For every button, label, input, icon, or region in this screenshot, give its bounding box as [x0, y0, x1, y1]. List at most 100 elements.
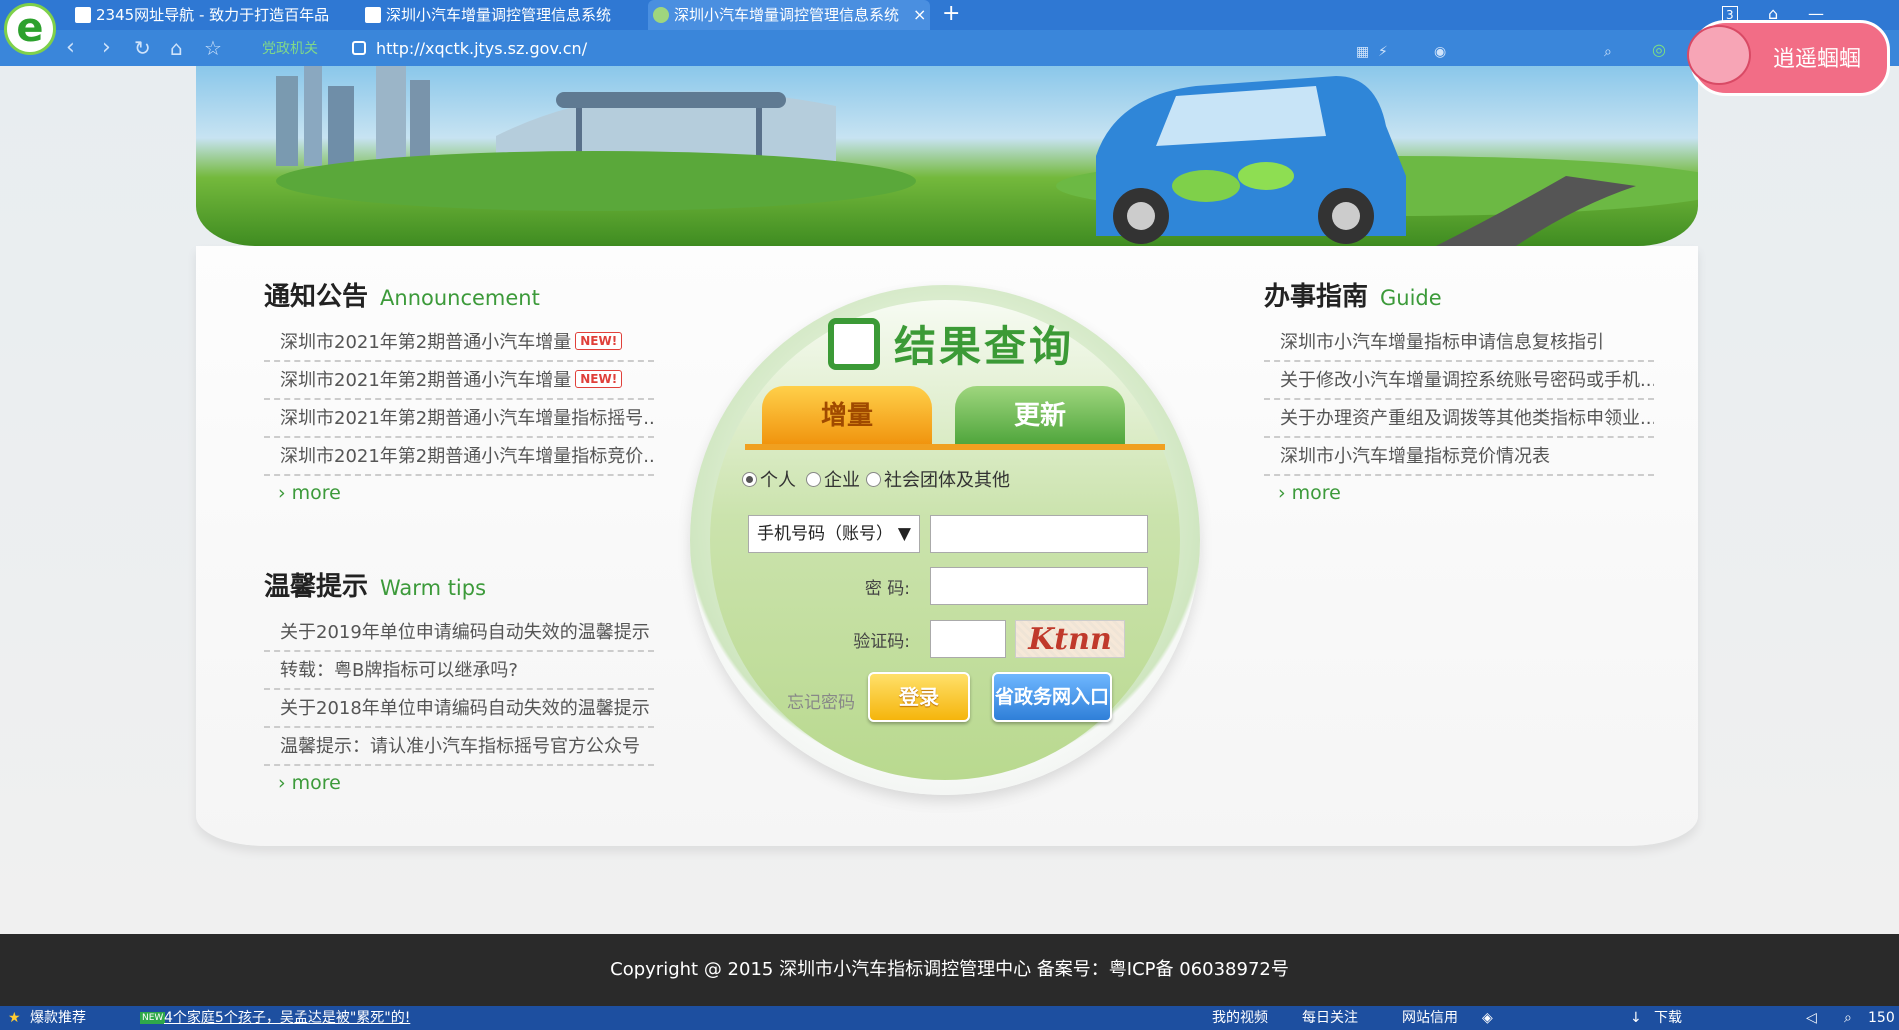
announcement-title: 通知公告	[264, 282, 369, 312]
footer: Copyright @ 2015 深圳市小汽车指标调控管理中心 备案号：粤ICP…	[0, 934, 1899, 1006]
favorite-star-icon[interactable]: ☆	[204, 36, 222, 60]
radio-company[interactable]: 企业	[806, 466, 860, 492]
new-badge: NEW!	[575, 332, 623, 350]
list-item[interactable]: 深圳市2021年第2期普通小汽车增量指标竞价..	[264, 438, 654, 476]
item-text: 深圳市2021年第2期普通小汽车增量指标摇号..	[280, 408, 654, 429]
banner-illustration	[276, 66, 1698, 246]
list-item[interactable]: 深圳市小汽车增量指标申请信息复核指引	[1264, 324, 1654, 362]
tips-title: 温馨提示	[264, 572, 369, 602]
more-arrow-icon: ›	[1278, 482, 1286, 504]
account-icon[interactable]: ◎	[1652, 38, 1666, 62]
star-icon: ★	[8, 1010, 21, 1026]
back-icon[interactable]: ‹	[66, 36, 75, 60]
more-arrow-icon: ›	[278, 772, 286, 794]
gov-portal-button[interactable]: 省政务网入口	[992, 672, 1112, 722]
password-label: 密 码:	[864, 579, 910, 599]
login-button[interactable]: 登录	[868, 672, 970, 722]
account-input[interactable]	[930, 515, 1148, 553]
tips-more-link[interactable]: › more	[278, 772, 341, 794]
item-text: 深圳市2021年第2期普通小汽车增量	[280, 370, 572, 391]
search-icon[interactable]: ⌕	[1604, 40, 1612, 64]
flash-icon[interactable]: ⚡	[1378, 40, 1388, 64]
hot-recommend-link[interactable]: 爆款推荐	[30, 1006, 86, 1030]
captcha-label: 验证码:	[853, 632, 910, 652]
home-icon[interactable]: ⌂	[170, 36, 183, 60]
site-credit-link[interactable]: 网站信用	[1402, 1006, 1458, 1030]
tips-heading: 温馨提示 Warm tips	[264, 566, 486, 603]
tab-title: 深圳小汽车增量调控管理信息系统	[386, 6, 612, 24]
shield-icon[interactable]: ◈	[1482, 1006, 1493, 1030]
refresh-icon[interactable]: ↻	[134, 36, 151, 60]
radio-personal[interactable]: 个人	[742, 466, 796, 492]
radio-unchecked-icon	[806, 472, 821, 487]
new-badge: NEW!	[575, 370, 623, 388]
more-label: more	[291, 482, 341, 504]
tab-xqctk-1[interactable]: 深圳小汽车增量调控管理信息系统	[360, 0, 620, 30]
volume-icon[interactable]: ◁	[1806, 1006, 1817, 1030]
list-item[interactable]: 温馨提示：请认准小汽车指标摇号官方公众号	[264, 728, 654, 766]
download-arrow-icon: ↓	[1630, 1010, 1642, 1026]
zoom-level[interactable]: 150	[1868, 1006, 1895, 1030]
search-result-icon	[828, 318, 880, 370]
announcement-heading: 通知公告 Announcement	[264, 276, 540, 313]
guide-subtitle: Guide	[1380, 286, 1442, 310]
guide-heading: 办事指南 Guide	[1264, 276, 1442, 313]
my-video-link[interactable]: 我的视频	[1212, 1006, 1268, 1030]
radio-label: 社会团体及其他	[884, 470, 1010, 491]
banner-image	[196, 66, 1698, 246]
captcha-input[interactable]	[930, 620, 1006, 658]
radio-other[interactable]: 社会团体及其他	[866, 466, 1010, 492]
tips-subtitle: Warm tips	[380, 576, 487, 600]
new-tab-button[interactable]: +	[942, 0, 960, 28]
extension-icon[interactable]: ◉	[1434, 40, 1446, 64]
page-info-icon[interactable]	[352, 41, 366, 55]
list-item[interactable]: 深圳市小汽车增量指标竞价情况表	[1264, 438, 1654, 476]
list-item[interactable]: 深圳市2021年第2期普通小汽车增量指标摇号..	[264, 400, 654, 438]
browser-logo-icon[interactable]: e	[4, 3, 56, 55]
pig-icon	[1687, 25, 1751, 85]
list-item[interactable]: 关于2019年单位申请编码自动失效的温馨提示	[264, 614, 654, 652]
captcha-image[interactable]: Ktnn	[1015, 620, 1125, 658]
tab-xqctk-active[interactable]: 深圳小汽车增量调控管理信息系统	[648, 0, 930, 30]
radio-checked-icon	[742, 472, 757, 487]
tab-close-icon[interactable]: ×	[913, 0, 926, 30]
list-item[interactable]: 转载：粤B牌指标可以继承吗?	[264, 652, 654, 690]
list-item[interactable]: 关于修改小汽车增量调控系统账号密码或手机...	[1264, 362, 1654, 400]
tab-title: 深圳小汽车增量调控管理信息系统	[674, 6, 900, 24]
download-link[interactable]: 下载	[1654, 1006, 1682, 1030]
news-link[interactable]: 4个家庭5个孩子，吴孟达是被"累死"的!	[164, 1006, 410, 1030]
list-item[interactable]: 深圳市2021年第2期普通小汽车增量 NEW!	[264, 324, 654, 362]
zoom-icon[interactable]: ⌕	[1844, 1006, 1852, 1030]
more-label: more	[291, 772, 341, 794]
guide-list: 深圳市小汽车增量指标申请信息复核指引 关于修改小汽车增量调控系统账号密码或手机.…	[1264, 324, 1654, 476]
browser-statusbar: ★ 爆款推荐 NEW 4个家庭5个孩子，吴孟达是被"累死"的! 我的视频 每日关…	[0, 1006, 1899, 1030]
pet-widget[interactable]: 逍遥蝈蝈	[1687, 20, 1890, 96]
radio-label: 个人	[760, 470, 796, 491]
qr-icon[interactable]: ▦	[1356, 40, 1369, 64]
list-item[interactable]: 关于办理资产重组及调拨等其他类指标申领业...	[1264, 400, 1654, 438]
forward-icon[interactable]: ›	[102, 36, 111, 60]
list-item[interactable]: 深圳市2021年第2期普通小汽车增量 NEW!	[264, 362, 654, 400]
guide-more-link[interactable]: › more	[1278, 482, 1341, 504]
query-title: 结果查询	[894, 322, 1075, 371]
home-icon	[75, 7, 91, 23]
page-icon	[653, 7, 669, 23]
announcement-list: 深圳市2021年第2期普通小汽车增量 NEW! 深圳市2021年第2期普通小汽车增…	[264, 324, 654, 476]
gov-badge: 党政机关	[262, 41, 318, 57]
tab-increment[interactable]: 增量	[762, 386, 932, 446]
tips-list: 关于2019年单位申请编码自动失效的温馨提示 转载：粤B牌指标可以继承吗? 关于…	[264, 614, 654, 766]
password-input[interactable]	[930, 567, 1148, 605]
forget-password-link[interactable]: 忘记密码	[787, 688, 855, 713]
pet-label: 逍遥蝈蝈	[1773, 47, 1862, 72]
more-label: more	[1291, 482, 1341, 504]
list-item[interactable]: 关于2018年单位申请编码自动失效的温馨提示	[264, 690, 654, 728]
tab-2345[interactable]: 2345网址导航 - 致力于打造百年品	[70, 0, 330, 30]
tab-renew[interactable]: 更新	[955, 386, 1125, 446]
announcement-more-link[interactable]: › more	[278, 482, 341, 504]
daily-follow-link[interactable]: 每日关注	[1302, 1006, 1358, 1030]
url-input[interactable]: http://xqctk.jtys.sz.gov.cn/	[376, 38, 587, 60]
item-text: 深圳市2021年第2期普通小汽车增量	[280, 332, 572, 353]
account-type-select[interactable]: 手机号码（账号） ▼	[748, 515, 920, 553]
new-icon: NEW	[140, 1012, 166, 1024]
radio-unchecked-icon	[866, 472, 881, 487]
